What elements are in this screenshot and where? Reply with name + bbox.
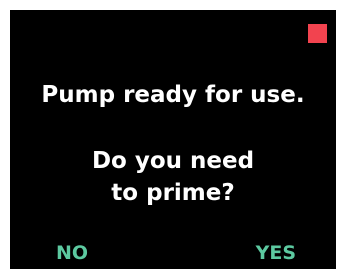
- status-message: Pump ready for use.: [41, 82, 305, 108]
- pump-display-screen: Pump ready for use. Do you need to prime…: [10, 10, 336, 269]
- prime-question-line-1: Do you need: [91, 148, 255, 174]
- yes-softkey[interactable]: YES: [256, 241, 296, 265]
- no-softkey[interactable]: NO: [56, 241, 88, 265]
- status-indicator-icon: [308, 24, 327, 43]
- prime-question-line-2: to prime?: [111, 180, 235, 206]
